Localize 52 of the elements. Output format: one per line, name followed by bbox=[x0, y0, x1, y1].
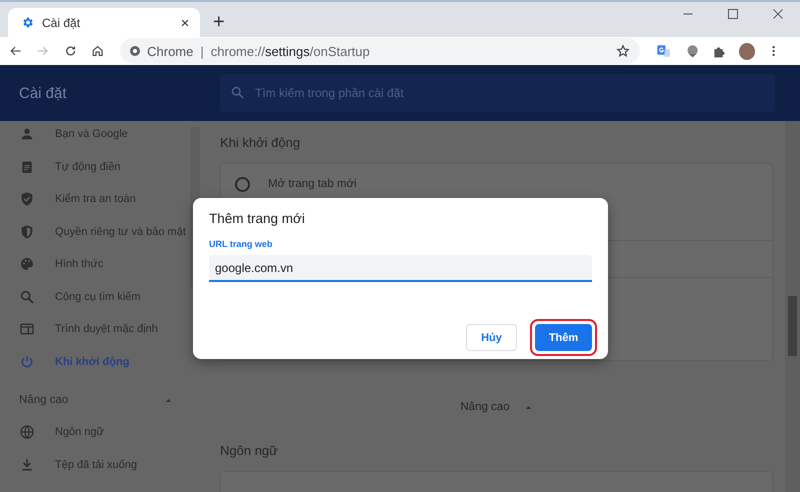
url-input-field[interactable]: google.com.vn bbox=[209, 255, 592, 282]
tab-title: Cài đặt bbox=[42, 16, 82, 30]
sidebar-item[interactable]: Trình duyệt mặc định bbox=[0, 313, 190, 346]
chrome-logo-icon bbox=[129, 45, 142, 57]
scrollbar[interactable] bbox=[785, 121, 800, 492]
separator-text: | bbox=[200, 44, 204, 58]
radio-button[interactable] bbox=[235, 176, 250, 192]
site-label: Chrome bbox=[147, 44, 194, 58]
palette-icon bbox=[19, 256, 35, 272]
power-icon bbox=[19, 354, 35, 370]
sidebar-item[interactable]: Công cụ tìm kiếm bbox=[0, 280, 190, 313]
new-tab-button[interactable]: + bbox=[213, 11, 225, 33]
section-title: Ngôn ngữ bbox=[220, 442, 279, 460]
dialog-title: Thêm trang mới bbox=[209, 211, 306, 226]
add-button[interactable]: Thêm bbox=[535, 324, 592, 351]
advanced-toggle[interactable]: Nâng cao bbox=[460, 401, 533, 413]
address-bar[interactable]: Chrome | chrome://settings/onStartup bbox=[120, 38, 640, 64]
star-icon[interactable] bbox=[616, 44, 630, 58]
gear-icon bbox=[21, 16, 34, 29]
option-label: Mở trang tab mới bbox=[268, 178, 357, 190]
globe-icon bbox=[19, 424, 35, 440]
url-text: chrome://settings/onStartup bbox=[210, 44, 370, 58]
avatar-circle[interactable] bbox=[738, 42, 755, 60]
page-title: Cài đặt bbox=[18, 84, 68, 102]
sidebar-item[interactable]: Tệp đã tải xuống bbox=[0, 448, 190, 481]
home-icon[interactable] bbox=[90, 44, 104, 58]
reload-icon[interactable] bbox=[64, 44, 77, 58]
sidebar-item[interactable]: Kiểm tra an toàn bbox=[0, 183, 190, 216]
close-icon[interactable] bbox=[772, 8, 784, 20]
maximize-icon[interactable] bbox=[727, 8, 739, 20]
section-title: Khi khởi động bbox=[220, 134, 302, 152]
advanced-section-toggle[interactable]: Nâng cao bbox=[0, 384, 190, 416]
shield-check-icon bbox=[19, 191, 35, 208]
radio-option[interactable]: Mở trang tab mới bbox=[221, 164, 772, 204]
field-label: URL trang web bbox=[209, 239, 274, 249]
shield-icon bbox=[19, 224, 35, 240]
sidebar-item[interactable]: Hình thức bbox=[0, 248, 190, 280]
extension-icon[interactable] bbox=[685, 43, 700, 59]
sidebar-item[interactable]: Quyền riêng tư và bảo mật bbox=[0, 216, 190, 248]
sidebar-item[interactable]: Bạn và Google bbox=[0, 118, 190, 150]
back-arrow-icon[interactable] bbox=[9, 44, 22, 58]
sidebar-item[interactable]: Khi khởi động bbox=[0, 346, 190, 378]
translate-icon[interactable] bbox=[656, 43, 672, 59]
search-icon bbox=[19, 288, 35, 305]
browser-tab[interactable]: Cài đặt bbox=[8, 8, 200, 37]
sidebar-item[interactable]: Tự động điền bbox=[0, 150, 190, 183]
close-icon[interactable] bbox=[180, 18, 190, 28]
browser-window-icon bbox=[19, 321, 35, 338]
search-input-field[interactable]: Tìm kiếm trong phần cài đặt bbox=[220, 74, 775, 112]
person-icon bbox=[19, 126, 35, 142]
sidebar-item[interactable]: Ngôn ngữ bbox=[0, 416, 190, 448]
cancel-button[interactable]: Hủy bbox=[466, 324, 517, 351]
